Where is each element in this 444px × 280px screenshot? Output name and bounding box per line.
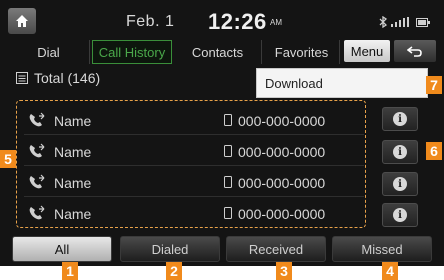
status-bar: Feb. 1 12:26 AM	[8, 8, 436, 36]
tab-label: Dial	[37, 44, 60, 60]
info-icon: i	[393, 145, 407, 159]
contact-name: Name	[54, 113, 92, 129]
mobile-phone-icon	[224, 145, 232, 157]
info-button[interactable]: i	[382, 107, 418, 131]
signal-icon	[391, 17, 409, 27]
bluetooth-icon	[379, 16, 388, 28]
filter-all-button[interactable]: All	[12, 236, 112, 262]
head-unit-display: Feb. 1 12:26 AM Dial Call History Contac…	[0, 0, 444, 266]
tab-dial[interactable]: Dial	[8, 40, 90, 64]
tab-label: Favorites	[274, 44, 329, 60]
callout-7: 7	[426, 76, 442, 94]
mobile-phone-icon	[224, 114, 232, 126]
back-button[interactable]	[394, 40, 436, 62]
phone-number: 000-000-0000	[238, 113, 326, 129]
battery-icon	[416, 17, 430, 27]
screen: Feb. 1 12:26 AM Dial Call History Contac…	[0, 0, 444, 280]
back-arrow-icon	[407, 46, 422, 57]
tab-contacts[interactable]: Contacts	[174, 40, 262, 64]
menu-button[interactable]: Menu	[344, 40, 390, 62]
tab-label: Call History	[98, 44, 166, 60]
total-count: Total (146)	[16, 70, 100, 86]
row-divider	[24, 196, 364, 197]
outgoing-call-icon	[29, 112, 45, 127]
info-button[interactable]: i	[382, 140, 418, 164]
row-divider	[24, 134, 364, 135]
contact-name: Name	[54, 206, 92, 222]
menu-item-download[interactable]: Download	[265, 76, 323, 91]
date-text: Feb. 1	[126, 13, 175, 30]
phone-number: 000-000-0000	[238, 206, 326, 222]
filter-label: Dialed	[151, 241, 189, 257]
callout-1: 1	[62, 262, 78, 280]
tab-label: Contacts	[191, 44, 244, 60]
callout-4: 4	[382, 262, 398, 280]
filter-label: All	[54, 241, 70, 257]
callout-6: 6	[426, 142, 442, 160]
filter-dialed-button[interactable]: Dialed	[120, 236, 220, 262]
menu-label: Menu	[350, 43, 384, 59]
phone-number: 000-000-0000	[238, 175, 326, 191]
call-list-item[interactable]: Name 000-000-0000	[16, 199, 366, 229]
filter-received-button[interactable]: Received	[226, 236, 326, 262]
home-button[interactable]	[8, 8, 36, 34]
total-label: Total (146)	[34, 70, 101, 86]
call-list-item[interactable]: Name 000-000-0000	[16, 137, 366, 167]
clock-text: 12:26	[208, 9, 267, 34]
outgoing-call-icon	[29, 143, 45, 158]
info-button[interactable]: i	[382, 172, 418, 196]
phone-number: 000-000-0000	[238, 144, 326, 160]
row-divider	[24, 165, 364, 166]
info-icon: i	[393, 112, 407, 126]
callout-5: 5	[0, 150, 16, 168]
info-icon: i	[393, 177, 407, 191]
outgoing-call-icon	[29, 205, 45, 220]
filter-label: Missed	[361, 241, 403, 257]
tab-favorites[interactable]: Favorites	[264, 40, 340, 64]
home-icon	[16, 15, 28, 27]
filter-label: Received	[248, 241, 304, 257]
ampm-text: AM	[270, 18, 282, 27]
filter-missed-button[interactable]: Missed	[332, 236, 432, 262]
contact-name: Name	[54, 175, 92, 191]
call-list-item[interactable]: Name 000-000-0000	[16, 168, 366, 198]
call-list-item[interactable]: Name 000-000-0000	[16, 106, 366, 136]
status-icons	[378, 16, 430, 28]
phone-tabs: Dial Call History Contacts Favorites Men…	[8, 40, 436, 64]
mobile-phone-icon	[224, 207, 232, 219]
info-icon: i	[393, 208, 407, 222]
outgoing-call-icon	[29, 174, 45, 189]
contact-name: Name	[54, 144, 92, 160]
list-icon	[16, 72, 28, 84]
menu-dropdown: Download	[256, 68, 428, 98]
tab-call-history[interactable]: Call History	[92, 40, 172, 64]
info-button[interactable]: i	[382, 203, 418, 227]
mobile-phone-icon	[224, 176, 232, 188]
callout-2: 2	[166, 262, 182, 280]
callout-3: 3	[276, 262, 292, 280]
